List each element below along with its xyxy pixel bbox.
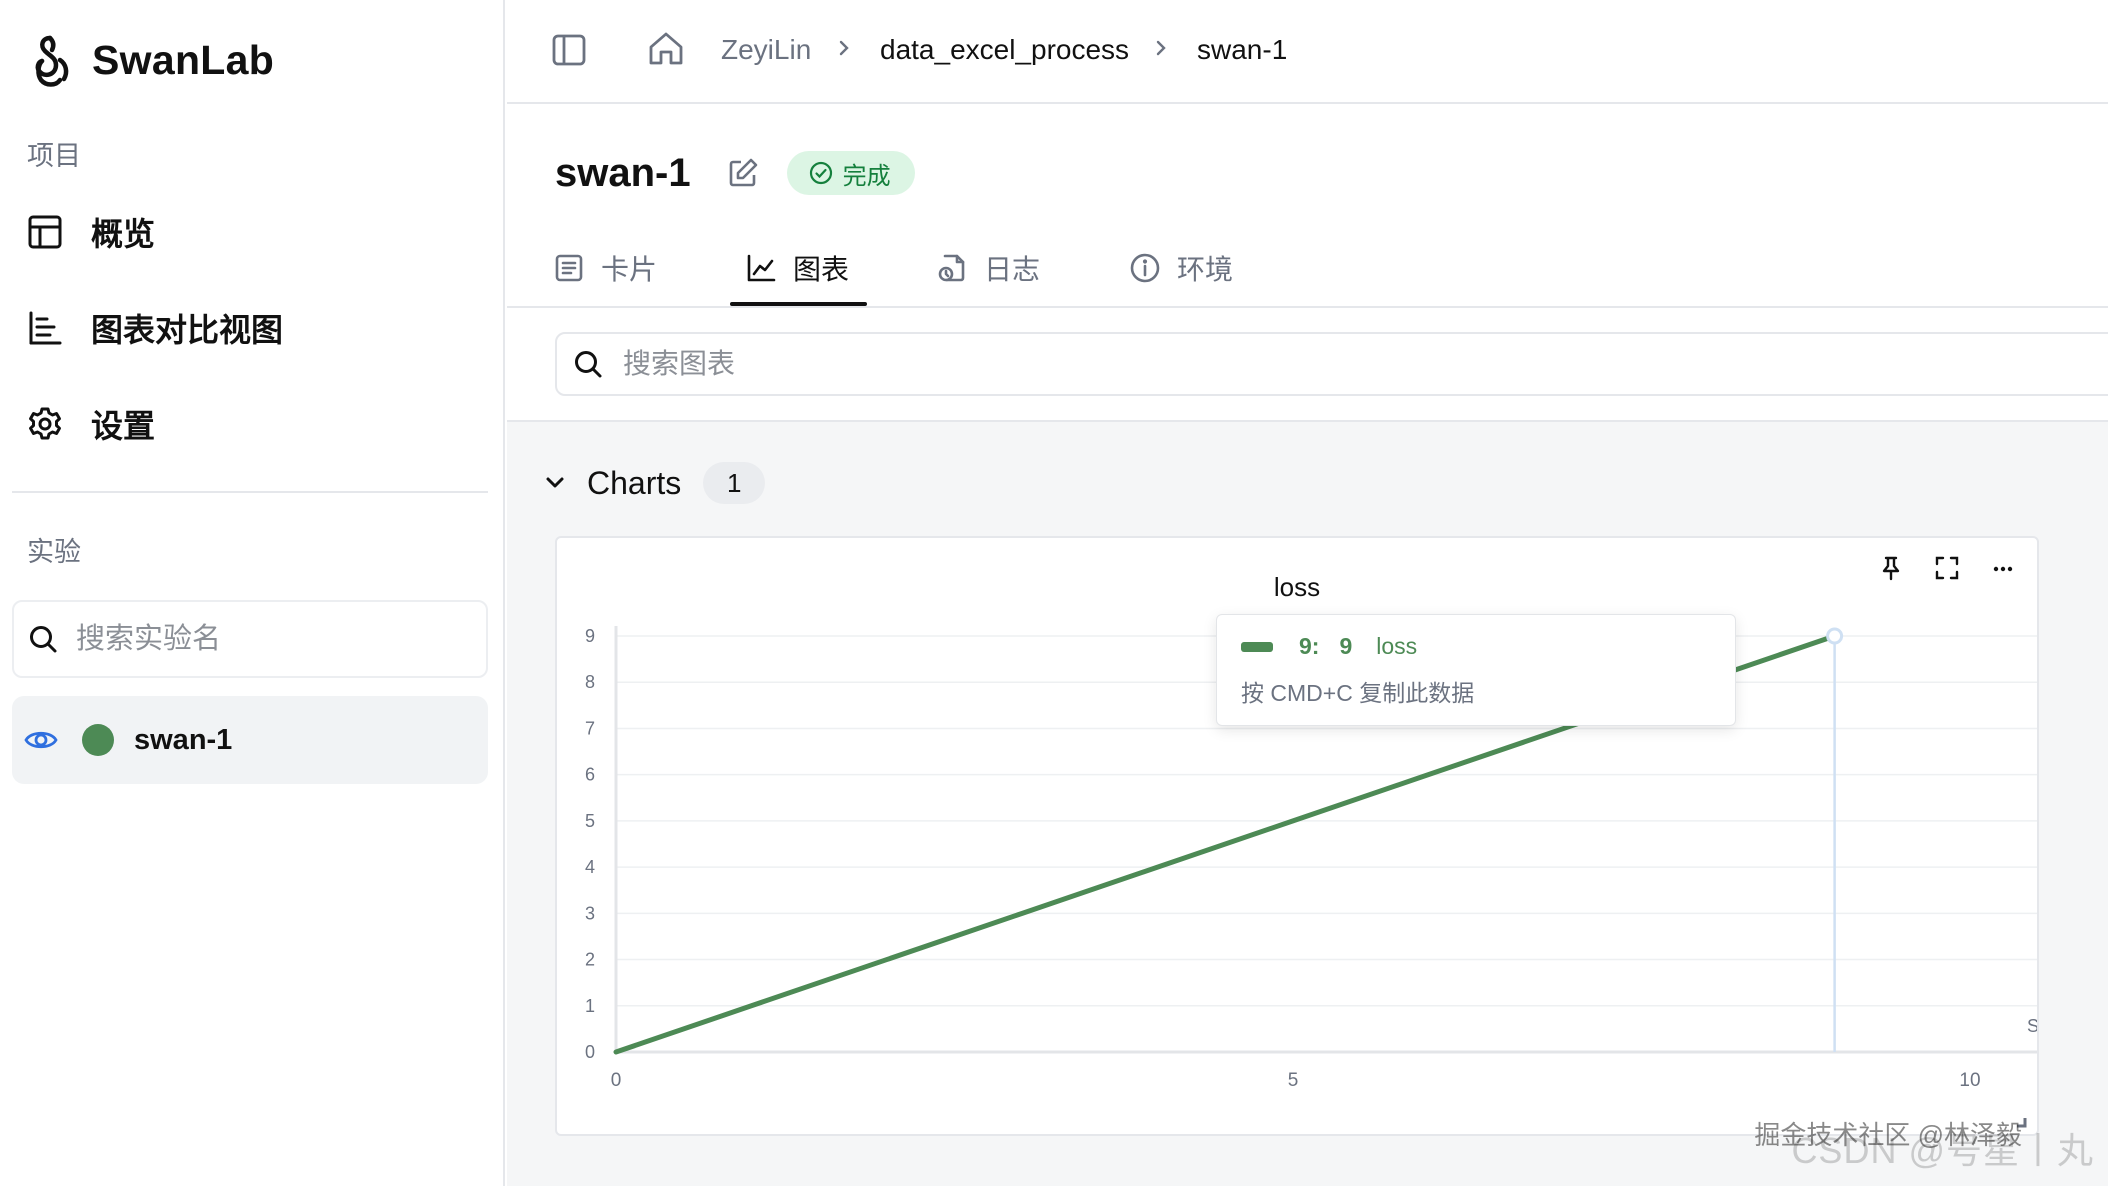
- experiment-row[interactable]: swan-1: [12, 696, 488, 784]
- table-icon: [28, 215, 62, 249]
- tab-logs[interactable]: 日志: [936, 246, 1040, 290]
- breadcrumb-project[interactable]: data_excel_process: [880, 34, 1129, 66]
- nav-overview[interactable]: 概览: [27, 204, 155, 260]
- breadcrumb-run[interactable]: swan-1: [1197, 34, 1287, 66]
- active-tab-indicator: [730, 302, 867, 306]
- status-text: 完成: [842, 162, 891, 190]
- y-tick-label: 5: [585, 811, 595, 831]
- experiment-name: swan-1: [134, 723, 233, 756]
- run-title: swan-1: [555, 150, 691, 195]
- chevron-right-icon: [1156, 40, 1166, 56]
- edit-icon[interactable]: [727, 157, 759, 189]
- sidebar: SwanLab 项目 概览 图表对比视图 设置 实验 swa: [0, 0, 505, 1186]
- log-icon: [938, 254, 965, 282]
- tooltip-copy-hint: 按 CMD+C 复制此数据: [1241, 680, 1475, 706]
- main-panel: ZeyiLin data_excel_process swan-1 swan-1…: [507, 0, 2108, 1186]
- tooltip-row: 9: 9 loss: [1241, 633, 1713, 660]
- line-chart-icon: [747, 254, 776, 282]
- tab-charts[interactable]: 图表: [745, 246, 849, 290]
- search-icon: [30, 626, 57, 653]
- chart-group-title: Charts: [587, 464, 682, 501]
- run-tabs: 卡片 图表 日志 环境: [507, 228, 2108, 308]
- sidebar-toggle-icon[interactable]: [551, 32, 587, 68]
- more-icon[interactable]: [1987, 552, 2019, 584]
- y-tick-label: 0: [585, 1042, 595, 1062]
- fullscreen-icon[interactable]: [1931, 552, 1963, 584]
- x-tick-label: 10: [1959, 1070, 1980, 1091]
- y-tick-label: 9: [585, 626, 595, 646]
- search-icon: [575, 351, 602, 378]
- chevron-right-icon: [839, 40, 849, 56]
- info-icon: [1130, 253, 1160, 283]
- tab-charts-label: 图表: [793, 254, 850, 285]
- hover-point: [1826, 627, 1844, 645]
- tab-cards-label: 卡片: [601, 254, 658, 285]
- experiments-section-label: 实验: [27, 537, 81, 567]
- project-section-label: 项目: [27, 141, 81, 171]
- nav-chart-compare[interactable]: 图表对比视图: [27, 300, 283, 356]
- y-tick-label: 7: [585, 718, 595, 738]
- pin-icon[interactable]: [1875, 552, 1907, 584]
- eye-icon[interactable]: [24, 723, 58, 757]
- breadcrumb-user[interactable]: ZeyiLin: [721, 34, 811, 66]
- tab-environment-label: 环境: [1177, 254, 1234, 285]
- status-badge: 完成: [786, 151, 915, 195]
- watermark-juejin: 掘金技术社区 @林泽毅: [1754, 1120, 2022, 1150]
- brand-name: SwanLab: [92, 36, 275, 83]
- experiment-color-dot[interactable]: [82, 724, 114, 756]
- y-tick-label: 8: [585, 672, 595, 692]
- y-tick-label: 6: [585, 765, 595, 785]
- y-tick-label: 4: [585, 857, 595, 877]
- chart-search-input[interactable]: [623, 348, 1823, 380]
- brand[interactable]: SwanLab: [28, 30, 274, 90]
- swanlab-logo-icon: [35, 35, 69, 87]
- tooltip-series-name: loss: [1376, 633, 1418, 659]
- run-header: swan-1 完成: [555, 148, 915, 198]
- chart-group-count: 1: [703, 462, 766, 504]
- nav-chart-compare-label: 图表对比视图: [91, 312, 284, 348]
- tab-environment[interactable]: 环境: [1129, 246, 1233, 290]
- gear-icon: [29, 407, 61, 440]
- y-tick-label: 2: [585, 950, 595, 970]
- nav-overview-label: 概览: [91, 216, 156, 252]
- nav-settings[interactable]: 设置: [27, 396, 155, 452]
- y-tick-label: 3: [585, 903, 595, 923]
- chart-search: [555, 332, 2108, 396]
- tooltip-value: 9: [1339, 633, 1353, 659]
- card-icon: [555, 254, 583, 282]
- experiment-search-input[interactable]: [76, 622, 456, 656]
- chart-title: loss: [1274, 572, 1320, 602]
- top-bar: ZeyiLin data_excel_process swan-1: [507, 0, 2108, 104]
- chart-tooltip: 9: 9 loss 按 CMD+C 复制此数据: [1216, 614, 1736, 726]
- chevron-down-icon[interactable]: [543, 471, 567, 495]
- nav-settings-label: 设置: [91, 408, 156, 444]
- experiment-search: [12, 600, 488, 678]
- tab-cards[interactable]: 卡片: [553, 246, 657, 290]
- tooltip-step: 9:: [1299, 633, 1320, 659]
- charts-content: Charts 1 0 1 2 3 4 5 6 7 8 9 0 5 10 Step loss: [507, 420, 2108, 1186]
- y-tick-label: 1: [585, 996, 595, 1016]
- x-tick-label: 5: [1288, 1070, 1299, 1091]
- home-icon[interactable]: [647, 30, 685, 68]
- bar-chart-icon: [29, 311, 62, 345]
- chart-group-header[interactable]: Charts 1: [543, 458, 766, 508]
- x-axis-label: Step: [2027, 1016, 2037, 1036]
- x-tick-label: 0: [611, 1070, 622, 1091]
- check-circle-icon: [809, 161, 832, 185]
- tab-logs-label: 日志: [984, 254, 1041, 285]
- tooltip-series-swatch: [1241, 641, 1273, 652]
- sidebar-divider: [12, 491, 488, 493]
- chart-card-actions: [1875, 552, 2019, 584]
